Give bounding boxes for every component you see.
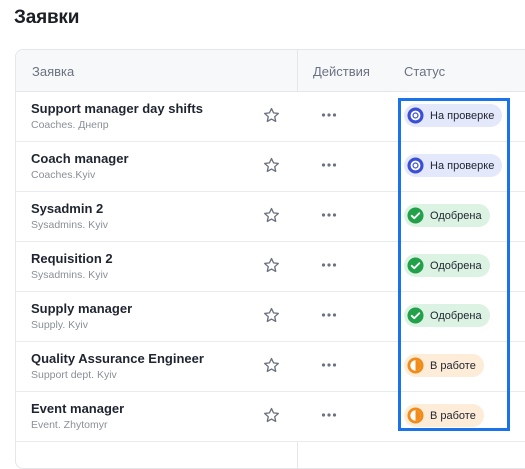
status-label: Одобрена (430, 209, 482, 222)
request-subtitle: Coaches.Kyiv (31, 169, 96, 181)
status-label: В работе (430, 409, 476, 422)
star-icon[interactable] (262, 256, 281, 275)
table-row[interactable]: Event manager Event. Zhytomyr В работе (16, 392, 525, 442)
status-label: Одобрена (430, 309, 482, 322)
request-subtitle: Support dept. Kyiv (31, 369, 117, 381)
status-label: На проверке (430, 109, 495, 122)
request-subtitle: Supply. Kyiv (31, 319, 88, 331)
page-title: Заявки (14, 7, 80, 28)
column-header-actions: Действия (313, 64, 370, 79)
column-header-request[interactable]: Заявка (32, 64, 74, 79)
star-icon[interactable] (262, 356, 281, 375)
in-progress-icon (407, 357, 424, 374)
status-label: На проверке (430, 159, 495, 172)
star-icon[interactable] (262, 206, 281, 225)
more-actions-icon[interactable] (320, 256, 338, 274)
status-badge[interactable]: Одобрена (404, 204, 490, 227)
request-title[interactable]: Support manager day shifts (31, 101, 203, 116)
request-title[interactable]: Supply manager (31, 301, 132, 316)
status-badge[interactable]: На проверке (404, 104, 503, 127)
more-actions-icon[interactable] (320, 156, 338, 174)
status-badge[interactable]: Одобрена (404, 304, 490, 327)
status-badge[interactable]: На проверке (404, 154, 503, 177)
request-subtitle: Coaches. Днепр (31, 119, 109, 131)
request-title[interactable]: Quality Assurance Engineer (31, 351, 204, 366)
status-badge[interactable]: Одобрена (404, 254, 490, 277)
more-actions-icon[interactable] (320, 306, 338, 324)
in-progress-icon (407, 407, 424, 424)
review-status-icon (407, 157, 424, 174)
request-title[interactable]: Event manager (31, 401, 124, 416)
star-icon[interactable] (262, 156, 281, 175)
requests-table: Заявка Действия Статус Support manager d… (15, 49, 525, 469)
table-row[interactable]: Requisition 2 Sysadmins. Kyiv Одобрена (16, 242, 525, 292)
request-subtitle: Sysadmins. Kyiv (31, 269, 109, 281)
status-badge[interactable]: В работе (404, 354, 484, 377)
table-header: Заявка Действия Статус (16, 50, 525, 92)
table-row[interactable]: Supply manager Supply. Kyiv Одобрена (16, 292, 525, 342)
table-row[interactable]: Sysadmin 2 Sysadmins. Kyiv Одобрена (16, 192, 525, 242)
status-label: В работе (430, 359, 476, 372)
more-actions-icon[interactable] (320, 406, 338, 424)
check-circle-icon (407, 307, 424, 324)
table-row[interactable]: Support manager day shifts Coaches. Днепр… (16, 92, 525, 142)
status-label: Одобрена (430, 259, 482, 272)
request-title[interactable]: Sysadmin 2 (31, 201, 103, 216)
table-row[interactable]: Coach manager Coaches.Kyiv На проверке (16, 142, 525, 192)
status-badge[interactable]: В работе (404, 404, 484, 427)
star-icon[interactable] (262, 306, 281, 325)
request-title[interactable]: Coach manager (31, 151, 129, 166)
check-circle-icon (407, 207, 424, 224)
column-header-status[interactable]: Статус (404, 64, 445, 79)
star-icon[interactable] (262, 106, 281, 125)
table-row[interactable]: Quality Assurance Engineer Support dept. … (16, 342, 525, 392)
review-status-icon (407, 107, 424, 124)
request-subtitle: Event. Zhytomyr (31, 419, 108, 431)
more-actions-icon[interactable] (320, 106, 338, 124)
more-actions-icon[interactable] (320, 356, 338, 374)
request-subtitle: Sysadmins. Kyiv (31, 219, 109, 231)
star-icon[interactable] (262, 406, 281, 425)
check-circle-icon (407, 257, 424, 274)
request-title[interactable]: Requisition 2 (31, 251, 113, 266)
more-actions-icon[interactable] (320, 206, 338, 224)
